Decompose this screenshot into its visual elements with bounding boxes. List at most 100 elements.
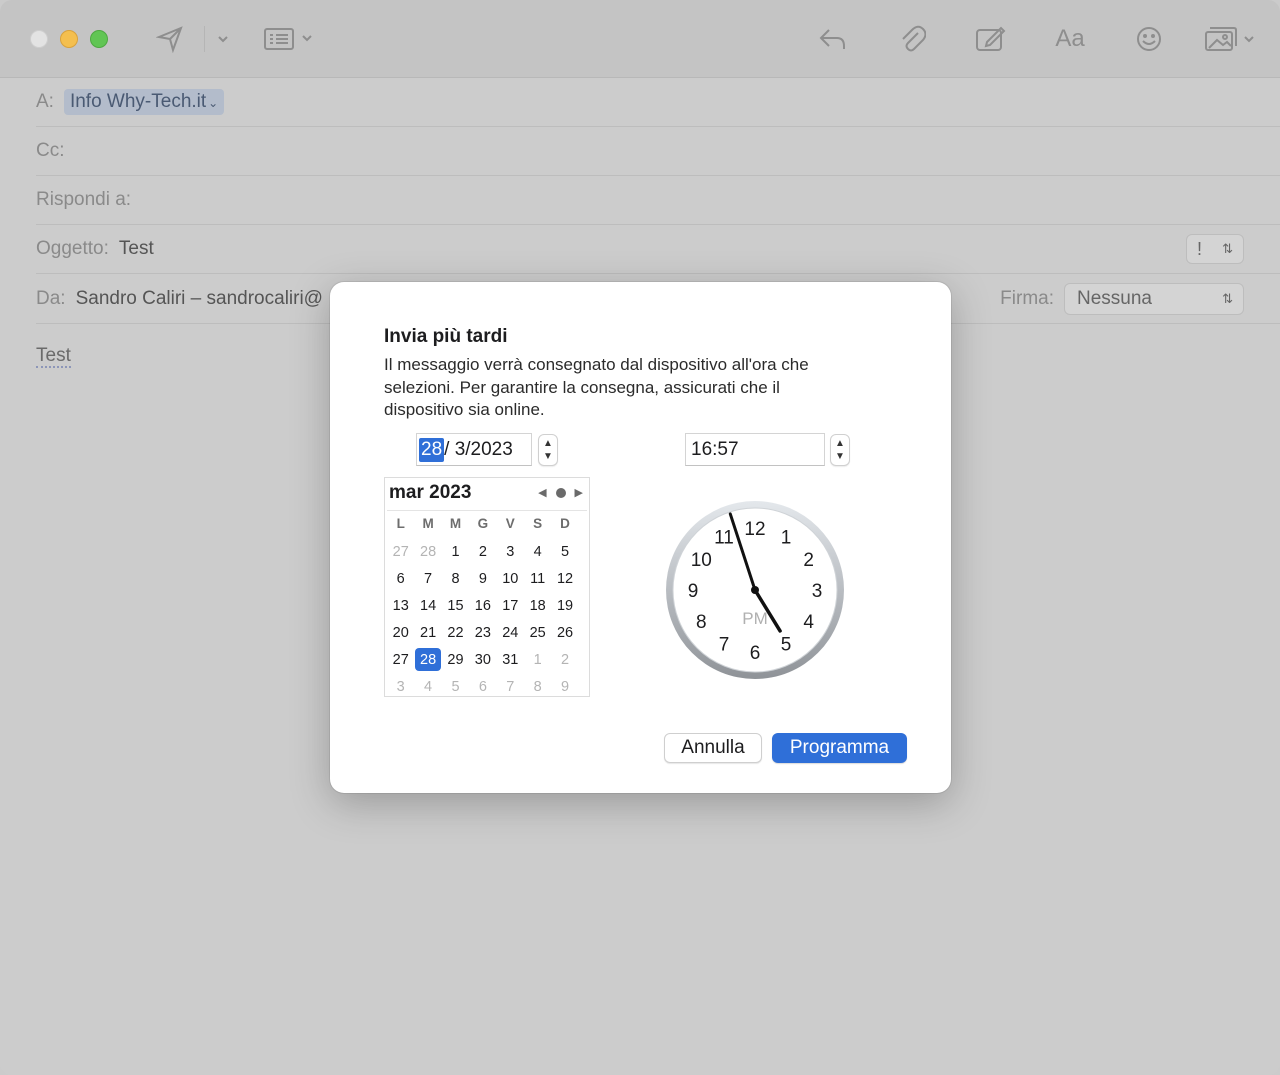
time-field[interactable]: 16:57 — [685, 433, 825, 466]
calendar-day[interactable]: 7 — [497, 673, 524, 700]
calendar-day[interactable]: 31 — [497, 646, 524, 673]
clock-number: 10 — [691, 550, 712, 571]
calendar-day[interactable]: 2 — [469, 538, 496, 565]
calendar-day[interactable]: 8 — [442, 565, 469, 592]
signature-select[interactable]: Nessuna ⇅ — [1064, 283, 1244, 315]
calendar-day[interactable]: 3 — [497, 538, 524, 565]
clock-number: 7 — [719, 635, 730, 656]
calendar-day[interactable]: 21 — [414, 619, 441, 646]
cc-field-row[interactable]: Cc: — [36, 127, 1280, 176]
calendar-day[interactable]: 30 — [469, 646, 496, 673]
calendar-day[interactable]: 24 — [497, 619, 524, 646]
calendar-day[interactable]: 18 — [524, 592, 551, 619]
calendar-day[interactable]: 10 — [497, 565, 524, 592]
calendar-day[interactable]: 23 — [469, 619, 496, 646]
message-body[interactable]: Test — [36, 346, 71, 368]
stepper-up-icon[interactable]: ▲ — [835, 437, 845, 450]
next-month-icon[interactable]: ▶ — [575, 486, 583, 499]
calendar-day[interactable]: 11 — [524, 565, 551, 592]
weekday-header: D — [560, 515, 570, 531]
calendar-day-number: 11 — [530, 570, 546, 587]
calendar-day-number: 8 — [451, 570, 460, 587]
calendar-grid: L M M G V S D 27 28 1 2 3 4 5 6 7 8 9 10 11 12 13 14 15 16 17 18 19… — [387, 510, 587, 700]
today-icon[interactable] — [555, 487, 566, 498]
stepper-up-icon[interactable]: ▲ — [543, 437, 553, 450]
calendar-day[interactable]: 13 — [387, 592, 414, 619]
schedule-button[interactable]: Programma — [772, 733, 907, 763]
emoji-icon[interactable] — [1132, 20, 1166, 58]
stepper-down-icon[interactable]: ▼ — [835, 450, 845, 463]
close-window-button[interactable] — [30, 30, 48, 48]
calendar-day[interactable]: 9 — [551, 673, 578, 700]
calendar-day[interactable]: 28 — [414, 538, 441, 565]
stepper-down-icon[interactable]: ▼ — [543, 450, 553, 463]
date-day-segment[interactable]: 28 — [419, 437, 445, 462]
calendar-day[interactable]: 15 — [442, 592, 469, 619]
weekday-header: V — [505, 515, 515, 531]
format-icon[interactable]: Aa — [1050, 20, 1090, 58]
calendar-day[interactable]: 4 — [414, 673, 441, 700]
toolbar: Aa — [0, 0, 1280, 78]
previous-month-icon[interactable]: ◀ — [538, 486, 546, 499]
header-fields-icon[interactable] — [262, 20, 318, 58]
calendar-day[interactable]: 29 — [442, 646, 469, 673]
time-value[interactable]: 16:57 — [691, 439, 739, 461]
subject-input[interactable]: Test — [119, 238, 154, 260]
date-field[interactable]: 28 / 3/2023 — [416, 433, 532, 466]
analog-clock[interactable]: 12 1 2 3 4 5 6 7 8 9 10 11 PM — [665, 500, 845, 680]
calendar-day[interactable]: 9 — [469, 565, 496, 592]
calendar-day[interactable]: 6 — [469, 673, 496, 700]
calendar-day[interactable]: 4 — [524, 538, 551, 565]
from-label: Da: — [36, 288, 66, 309]
up-down-arrows-icon: ⇅ — [1222, 291, 1233, 306]
photo-browser-icon[interactable] — [1200, 20, 1260, 58]
calendar-day[interactable]: 12 — [551, 565, 578, 592]
reply-icon[interactable] — [814, 20, 850, 58]
chevron-down-icon[interactable] — [212, 20, 234, 58]
minimize-window-button[interactable] — [60, 30, 78, 48]
cancel-button[interactable]: Annulla — [664, 733, 762, 763]
weekday-header: M — [449, 515, 462, 531]
calendar-day[interactable]: 14 — [414, 592, 441, 619]
date-stepper[interactable]: ▲ ▼ — [538, 434, 558, 466]
calendar-day[interactable]: 3 — [387, 673, 414, 700]
calendar-day[interactable]: 17 — [497, 592, 524, 619]
markup-icon[interactable] — [972, 20, 1008, 58]
calendar-day[interactable]: 16 — [469, 592, 496, 619]
calendar-day-number: 8 — [533, 678, 542, 695]
weekday-header: M — [422, 515, 434, 531]
calendar-day-number: 12 — [556, 570, 574, 587]
send-icon[interactable] — [152, 20, 188, 58]
calendar-day[interactable]: 2 — [551, 646, 578, 673]
clock-number: 4 — [803, 612, 814, 633]
time-stepper[interactable]: ▲ ▼ — [830, 434, 850, 466]
calendar-day[interactable]: 8 — [524, 673, 551, 700]
calendar-day[interactable]: 5 — [442, 673, 469, 700]
calendar-day[interactable]: 20 — [387, 619, 414, 646]
calendar-day-number: 15 — [447, 597, 464, 614]
mail-compose-window: Aa A: Info Why-Tech.it ⌄ Cc: Rispondi a: … — [0, 0, 1280, 1075]
reply-to-field-row[interactable]: Rispondi a: — [36, 176, 1280, 225]
calendar-day[interactable]: 25 — [524, 619, 551, 646]
date-month-year-segment[interactable]: / 3/2023 — [444, 439, 513, 461]
priority-selector[interactable]: ! ⇅ — [1186, 234, 1244, 264]
calendar-day[interactable]: 1 — [524, 646, 551, 673]
calendar-day-number: 28 — [415, 648, 442, 671]
recipient-token[interactable]: Info Why-Tech.it ⌄ — [63, 89, 225, 115]
calendar-day-selected[interactable]: 28 — [414, 646, 442, 673]
calendar-day[interactable]: 5 — [551, 538, 578, 565]
calendar-day[interactable]: 1 — [442, 538, 469, 565]
calendar-day[interactable]: 27 — [387, 646, 414, 673]
calendar-day[interactable]: 27 — [387, 538, 414, 565]
attachment-icon[interactable] — [894, 20, 930, 58]
calendar-day-number: 9 — [561, 678, 570, 695]
calendar-day[interactable]: 19 — [551, 592, 578, 619]
from-selector[interactable]: Sandro Caliri – sandrocaliri@ — [76, 288, 323, 310]
calendar-day[interactable]: 22 — [442, 619, 469, 646]
maximize-window-button[interactable] — [90, 30, 108, 48]
calendar-day-number: 18 — [529, 597, 546, 614]
clock-face[interactable]: 12 12 3 45678 9 1011 PM — [665, 500, 845, 680]
calendar-day[interactable]: 7 — [414, 565, 441, 592]
calendar-day[interactable]: 26 — [551, 619, 578, 646]
calendar-day[interactable]: 6 — [387, 565, 414, 592]
